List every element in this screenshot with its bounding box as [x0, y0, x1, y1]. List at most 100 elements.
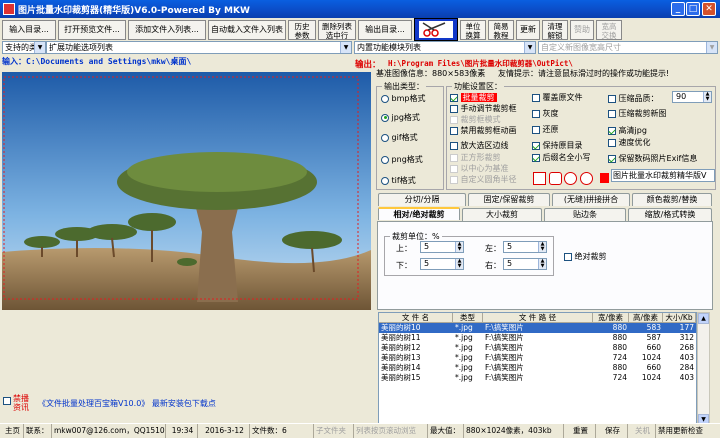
- format-jpg[interactable]: jpg格式: [381, 112, 420, 123]
- minimize-button[interactable]: _: [671, 2, 685, 16]
- spin-icon[interactable]: ▲ ▼: [538, 242, 546, 252]
- checkbox-icon: [450, 115, 458, 124]
- ellipse-shape-button[interactable]: [579, 172, 593, 185]
- disable-anim-checkbox[interactable]: 禁用裁剪框动画: [450, 125, 517, 136]
- tab-relative-crop[interactable]: 相对/绝对裁剪: [378, 207, 460, 220]
- col-header-type[interactable]: 类型: [453, 313, 483, 323]
- spin-icon[interactable]: ▲ ▼: [703, 92, 711, 102]
- keep-exif-checkbox[interactable]: 保留数码照片Exif信息: [608, 153, 697, 164]
- table-scrollbar[interactable]: ▲ ▼: [697, 312, 710, 426]
- circle-shape-button[interactable]: [564, 172, 578, 185]
- spin-icon[interactable]: ▲ ▼: [455, 259, 463, 269]
- bottom-input[interactable]: 5 ▲ ▼: [420, 258, 464, 270]
- history-params-button[interactable]: 历史 参数: [288, 20, 316, 40]
- tab-border-strip[interactable]: 贴边条: [544, 208, 626, 221]
- reset-button[interactable]: 重置: [564, 424, 596, 438]
- restore-checkbox[interactable]: 还原: [532, 124, 559, 135]
- table-row[interactable]: 美丽的树12 *.jpg F:\搞笑图片 880 660 268: [379, 343, 696, 353]
- right-input[interactable]: 5 ▲ ▼: [503, 258, 547, 270]
- close-button[interactable]: ✕: [702, 2, 716, 16]
- cell-w: 724: [612, 373, 627, 382]
- auto-load-button[interactable]: 自动载入文件入列表: [208, 20, 286, 40]
- contact-label: 联系：: [24, 424, 52, 438]
- tab-stitch[interactable]: (无缝)拼接拼合: [552, 193, 630, 206]
- color-swatch[interactable]: [600, 173, 609, 183]
- input-dir-button[interactable]: 输入目录...: [2, 20, 56, 40]
- update-button[interactable]: 更新: [516, 20, 540, 40]
- swap-wh-button[interactable]: 宽高 交换: [596, 20, 622, 40]
- top-input[interactable]: 5 ▲ ▼: [420, 241, 464, 253]
- scroll-mode-button[interactable]: 列表按页滚动浏览: [354, 424, 428, 438]
- col-header-size[interactable]: 大小/Kb: [663, 313, 696, 323]
- delete-row-button[interactable]: 删除列表 选中行: [318, 20, 356, 40]
- lowercase-ext-checkbox[interactable]: 后缀名全小写: [532, 152, 591, 163]
- tutorial-button[interactable]: 简易 教程: [488, 20, 514, 40]
- tab-fixed-crop[interactable]: 固定/保留裁剪: [468, 193, 550, 206]
- home-link[interactable]: 主页: [0, 424, 24, 438]
- open-preview-button[interactable]: 打开预览文件...: [58, 20, 126, 40]
- subfolder-button[interactable]: 子文件夹: [314, 424, 354, 438]
- rounded-shape-button[interactable]: [548, 172, 562, 185]
- absolute-crop-checkbox[interactable]: 绝对裁剪: [564, 251, 607, 262]
- image-preview[interactable]: [2, 72, 371, 310]
- compress-crop-checkbox[interactable]: 压缩裁剪新图: [608, 108, 667, 119]
- custom-size-select[interactable]: 自定义新图像宽高尺寸 ▼: [538, 41, 718, 54]
- add-files-button[interactable]: 添加文件入列表...: [128, 20, 206, 40]
- col-header-width[interactable]: 宽/像素: [593, 313, 629, 323]
- tab-size-crop[interactable]: 大小裁剪: [462, 208, 542, 221]
- format-png[interactable]: png格式: [381, 154, 423, 165]
- format-tif[interactable]: tif格式: [381, 175, 416, 186]
- col-header-name[interactable]: 文 件 名: [379, 313, 453, 323]
- col-header-height[interactable]: 高/像素: [629, 313, 663, 323]
- table-row[interactable]: 美丽的树13 *.jpg F:\搞笑图片 724 1024 403: [379, 353, 696, 363]
- clear-unlock-button[interactable]: 清理 解锁: [542, 20, 568, 40]
- keep-dir-checkbox[interactable]: 保持原目录: [532, 140, 583, 151]
- format-bmp[interactable]: bmp格式: [381, 93, 426, 104]
- donate-button[interactable]: 赞助: [570, 20, 594, 40]
- types-select[interactable]: 支持的类型 ▼: [2, 41, 46, 54]
- table-row[interactable]: 美丽的树11 *.jpg F:\搞笑图片 880 587 312: [379, 333, 696, 343]
- table-row[interactable]: 美丽的树15 *.jpg F:\搞笑图片 724 1024 403: [379, 373, 696, 383]
- col-header-path[interactable]: 文 件 路 径: [483, 313, 593, 323]
- crop-mode-checkbox[interactable]: 裁剪框模式: [450, 114, 501, 125]
- date: 2016-3-12: [198, 424, 250, 438]
- grayscale-checkbox[interactable]: 灰度: [532, 108, 559, 119]
- maximize-button[interactable]: □: [686, 2, 700, 16]
- tab-color-crop[interactable]: 颜色裁剪/替换: [632, 193, 712, 206]
- hd-jpg-checkbox[interactable]: 高清jpg: [608, 125, 647, 136]
- disable-update-button[interactable]: 禁用更新检查: [656, 424, 720, 438]
- shutdown-button[interactable]: 关机: [628, 424, 656, 438]
- expand-list-select[interactable]: 扩展功能选项列表 ▼: [46, 41, 352, 54]
- round-radius-checkbox[interactable]: 自定义圆角半径: [450, 174, 517, 185]
- manual-crop-checkbox[interactable]: 手动调节裁剪框: [450, 103, 517, 114]
- watermark-text-input[interactable]: 图片批量水印裁剪精华版V: [611, 169, 715, 182]
- quality-input[interactable]: 90 ▲ ▼: [672, 91, 712, 103]
- batch-crop-checkbox[interactable]: 批量裁剪: [450, 92, 497, 103]
- spin-icon[interactable]: ▲ ▼: [455, 242, 463, 252]
- center-base-checkbox[interactable]: 以中心为基准: [450, 163, 509, 174]
- compress-quality-checkbox[interactable]: 压缩品质：: [608, 93, 659, 104]
- format-gif[interactable]: gif格式: [381, 132, 418, 143]
- spin-icon[interactable]: ▲ ▼: [538, 259, 546, 269]
- save-button[interactable]: 保存: [596, 424, 628, 438]
- speed-opt-checkbox[interactable]: 速度优化: [608, 137, 651, 148]
- output-dir-button[interactable]: 输出目录...: [358, 20, 412, 40]
- contact-value[interactable]: mkw007@126.com，QQ15104946: [52, 424, 166, 438]
- square-crop-checkbox[interactable]: 正方形裁剪: [450, 152, 501, 163]
- file-table[interactable]: 文 件 名 类型 文 件 路 径 宽/像素 高/像素 大小/Kb 美丽的树10 *…: [378, 312, 697, 426]
- scroll-up-icon[interactable]: ▲: [698, 313, 709, 324]
- table-row[interactable]: 美丽的树14 *.jpg F:\搞笑图片 880 660 284: [379, 363, 696, 373]
- overwrite-checkbox[interactable]: 覆盖原文件: [532, 92, 583, 103]
- tab-scale-convert[interactable]: 缩放/格式转换: [628, 208, 712, 221]
- builtin-list-select[interactable]: 内置功能模块列表 ▼: [354, 41, 536, 54]
- forbid-news-checkbox[interactable]: [3, 397, 11, 405]
- tab-split[interactable]: 分切/分隔: [378, 193, 466, 206]
- rect-shape-button[interactable]: [533, 172, 546, 185]
- cell-size: 403: [679, 373, 694, 382]
- promo-link[interactable]: 《文件批量处理百宝箱V10.0》 最新安装包下载点: [38, 398, 216, 409]
- table-row[interactable]: 美丽的树10 *.jpg F:\搞笑图片 880 583 177: [379, 323, 696, 333]
- left-input[interactable]: 5 ▲ ▼: [503, 241, 547, 253]
- unit-convert-button[interactable]: 单位 换算: [460, 20, 486, 40]
- enlarge-border-checkbox[interactable]: 放大选区边线: [450, 140, 509, 151]
- start-process-button[interactable]: [414, 18, 458, 41]
